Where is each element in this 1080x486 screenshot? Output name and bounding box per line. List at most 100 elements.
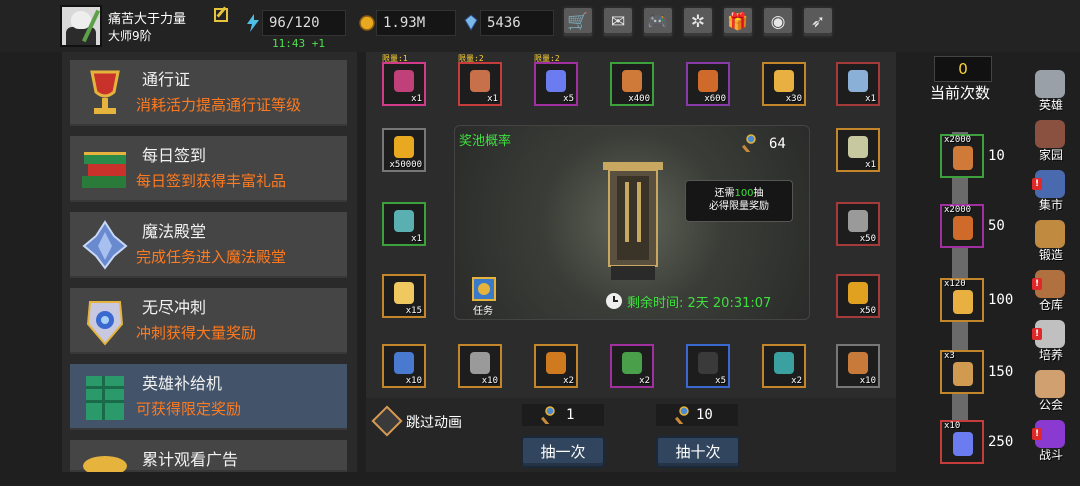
gamepad-icon: 🎮: [647, 12, 669, 32]
prize-slot[interactable]: x5: [686, 344, 730, 388]
player-avatar[interactable]: [60, 5, 102, 47]
mail-icon: ✉: [610, 12, 626, 32]
supply-machine-panel: x1 限量:1 x1 限量:2 x5 限量:2 x400 x600 x30 x1 x50000 x1 x…: [366, 52, 896, 472]
menu-item-magic-hall[interactable]: 魔法殿堂 完成任务进入魔法殿堂: [70, 212, 347, 278]
menu-item-endless-sprint[interactable]: 无尽冲刺 冲刺获得大量奖励: [70, 288, 347, 354]
menu-item-desc: 完成任务进入魔法殿堂: [136, 248, 287, 266]
prize-item-icon: [394, 282, 414, 304]
menu-item-daily-signin[interactable]: 每日签到 每日签到获得丰富礼品: [70, 136, 347, 202]
nav-warehouse-button[interactable]: ! 仓库: [1026, 268, 1076, 316]
prize-slot[interactable]: x10: [836, 344, 880, 388]
pool-probability-link[interactable]: 奖池概率: [459, 130, 511, 149]
menu-item-ads[interactable]: 累计观看广告: [70, 440, 347, 472]
prize-item-icon: [774, 352, 794, 374]
energy-timer: 11:43 +1: [272, 37, 325, 50]
player-name: 痛苦大于力量: [108, 12, 187, 27]
nav-label: 仓库: [1038, 298, 1063, 312]
menu-item-title: 英雄补给机: [142, 374, 223, 393]
nav-guild-button[interactable]: 公会: [1026, 368, 1076, 416]
nav-train-button[interactable]: ! 培养: [1026, 318, 1076, 366]
nav-label: 家园: [1038, 148, 1063, 162]
prize-item-icon: [622, 70, 642, 92]
prize-slot[interactable]: x1: [382, 202, 426, 246]
milestone-reward[interactable]: x2000: [940, 134, 984, 178]
gold-coin-icon: [359, 15, 375, 31]
prize-slot[interactable]: x5: [534, 62, 578, 106]
prize-count: x10: [481, 376, 498, 386]
prize-slot[interactable]: x10: [458, 344, 502, 388]
milestone-item-icon: [953, 362, 973, 386]
prize-slot[interactable]: x50: [836, 274, 880, 318]
draw-once-button[interactable]: 抽一次: [521, 436, 605, 468]
menu-item-hero-supply[interactable]: 英雄补给机 可获得限定奖励: [70, 364, 347, 430]
nav-battle-button[interactable]: ! 战斗: [1026, 418, 1076, 466]
prize-item-icon: [622, 352, 642, 374]
milestone-reward[interactable]: x2000: [940, 204, 984, 248]
milestone-reward[interactable]: x120: [940, 278, 984, 322]
prize-count: x5: [563, 94, 574, 104]
alert-badge: !: [1032, 428, 1042, 440]
milestone-reward[interactable]: x10: [940, 420, 984, 464]
nav-label: 英雄: [1038, 98, 1063, 112]
prize-slot[interactable]: x50000: [382, 128, 426, 172]
nav-hero-button[interactable]: 英雄: [1026, 68, 1076, 116]
nav-home-button[interactable]: 家园: [1026, 118, 1076, 166]
prize-count: x1: [865, 94, 876, 104]
milestone-amount: x10: [944, 421, 961, 431]
prize-slot[interactable]: x2: [534, 344, 578, 388]
gamepad-button[interactable]: 🎮: [642, 6, 674, 38]
prize-count: x1: [865, 160, 876, 170]
gift-button[interactable]: 🎁: [722, 6, 754, 38]
prize-slot[interactable]: x400: [610, 62, 654, 106]
gold-counter: 1.93M: [359, 10, 456, 36]
nav-label: 战斗: [1038, 448, 1063, 462]
prize-item-icon: [848, 210, 868, 232]
prize-slot[interactable]: x10: [382, 344, 426, 388]
skip-animation-checkbox[interactable]: [371, 405, 403, 437]
task-icon[interactable]: [469, 274, 499, 304]
prize-count: x1: [411, 94, 422, 104]
event-menu: 通行证 消耗活力提高通行证等级 每日签到 每日签到获得丰富礼品 魔法殿堂 完成任…: [62, 52, 357, 472]
key-icon: [674, 406, 689, 424]
mail-button[interactable]: ✉: [602, 6, 634, 38]
milestone-reward[interactable]: x3: [940, 350, 984, 394]
menu-item-title: 每日签到: [142, 146, 207, 165]
home-icon: [1035, 120, 1065, 148]
prize-count: x50: [859, 234, 876, 244]
prize-count: x2: [639, 376, 650, 386]
draw-count: 0: [934, 56, 992, 82]
menu-item-pass[interactable]: 通行证 消耗活力提高通行证等级: [70, 60, 347, 126]
prize-slot[interactable]: x50: [836, 202, 880, 246]
player-rank: 大师9阶: [108, 29, 152, 43]
prize-count: x15: [405, 306, 422, 316]
prize-slot[interactable]: x1: [836, 62, 880, 106]
color-wheel-icon: ◉: [770, 12, 786, 32]
prize-count: x10: [859, 376, 876, 386]
menu-item-desc: 每日签到获得丰富礼品: [136, 172, 287, 190]
nav-market-button[interactable]: ! 集市: [1026, 168, 1076, 216]
edit-icon[interactable]: [214, 8, 228, 22]
menu-item-desc: 消耗活力提高通行证等级: [136, 96, 302, 114]
nav-label: 集市: [1038, 198, 1063, 212]
prize-item-icon: [394, 136, 414, 158]
menu-item-title: 累计观看广告: [142, 450, 239, 469]
nav-forge-button[interactable]: 锻造: [1026, 218, 1076, 266]
prize-slot[interactable]: x30: [762, 62, 806, 106]
prize-slot[interactable]: x1: [382, 62, 426, 106]
prize-slot[interactable]: x600: [686, 62, 730, 106]
settings-button[interactable]: ✲: [682, 6, 714, 38]
milestone-item-icon: [953, 216, 973, 240]
feather-button[interactable]: ➶: [802, 6, 834, 38]
prize-slot[interactable]: x1: [836, 128, 880, 172]
prize-slot[interactable]: x1: [458, 62, 502, 106]
prize-slot[interactable]: x15: [382, 274, 426, 318]
color-wheel-button[interactable]: ◉: [762, 6, 794, 38]
draw-ten-button[interactable]: 抽十次: [656, 436, 740, 468]
draw-bar: 跳过动画 1 10 抽一次 抽十次: [366, 398, 896, 472]
prize-slot[interactable]: x2: [610, 344, 654, 388]
shop-button[interactable]: 🛒: [562, 6, 594, 38]
prize-slot[interactable]: x2: [762, 344, 806, 388]
milestone-item-icon: [953, 146, 973, 170]
gem-counter: 5436: [464, 10, 554, 36]
key-count: 64: [769, 136, 786, 152]
